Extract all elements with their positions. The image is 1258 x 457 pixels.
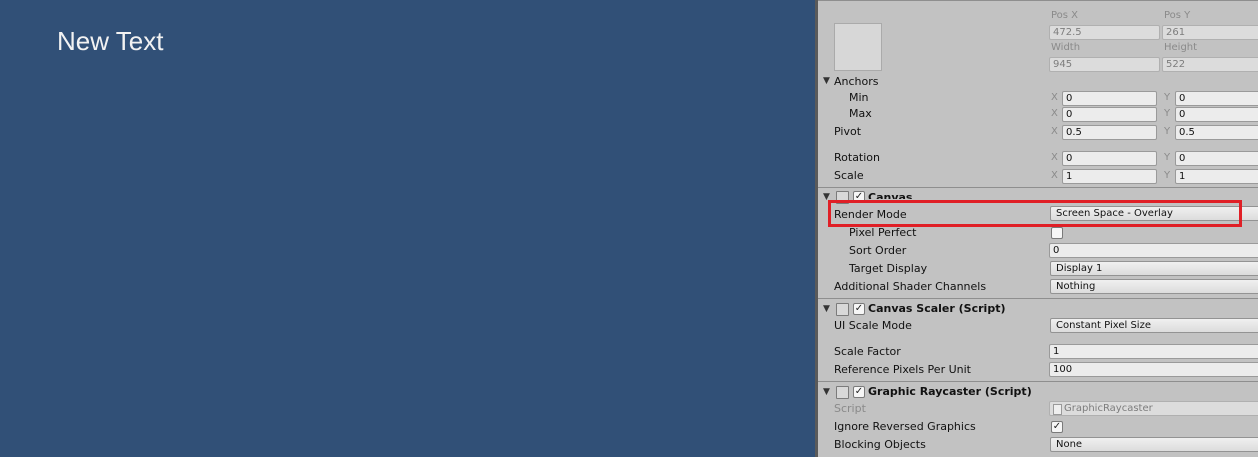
ref-pixels-label: Reference Pixels Per Unit <box>834 363 971 376</box>
x-axis-label: X <box>1051 126 1058 137</box>
foldout-arrow-icon[interactable]: ▼ <box>823 387 830 397</box>
anchor-min-y-field[interactable]: 0 <box>1175 91 1258 106</box>
y-axis-label: Y <box>1164 170 1171 181</box>
game-view: New Text <box>0 0 815 457</box>
render-mode-highlight <box>828 200 1242 227</box>
blocking-objects-label: Blocking Objects <box>834 438 926 451</box>
target-display-label: Target Display <box>849 262 928 275</box>
ref-pixels-field[interactable]: 100 <box>1049 362 1258 377</box>
scale-factor-field[interactable]: 1 <box>1049 344 1258 359</box>
script-file-icon <box>1053 404 1062 415</box>
height-label: Height <box>1164 42 1198 53</box>
anchor-min-x-field[interactable]: 0 <box>1062 91 1157 106</box>
scale-x-field[interactable]: 1 <box>1062 169 1157 184</box>
canvas-scaler-enabled-checkbox[interactable]: ✓ <box>853 303 865 315</box>
ignore-reversed-checkbox[interactable]: ✓ <box>1051 421 1063 433</box>
graphic-raycaster-enabled-checkbox[interactable]: ✓ <box>853 386 865 398</box>
width-field[interactable]: 945 <box>1049 57 1160 72</box>
pivot-x-field[interactable]: 0.5 <box>1062 125 1157 140</box>
foldout-arrow-icon[interactable]: ▼ <box>823 304 830 314</box>
script-name: GraphicRaycaster <box>1064 403 1153 414</box>
y-axis-label: Y <box>1164 92 1171 103</box>
pos-x-field[interactable]: 472.5 <box>1049 25 1160 40</box>
foldout-arrow-icon[interactable]: ▼ <box>823 76 830 86</box>
ignore-reversed-label: Ignore Reversed Graphics <box>834 420 976 433</box>
anchor-preset-button[interactable] <box>834 23 882 71</box>
x-axis-label: X <box>1051 108 1058 119</box>
ui-scale-mode-dropdown[interactable]: Constant Pixel Size <box>1050 318 1258 333</box>
pos-y-field[interactable]: 261 <box>1162 25 1258 40</box>
x-axis-label: X <box>1051 152 1058 163</box>
anchors-label: Anchors <box>834 75 879 88</box>
rotation-label: Rotation <box>834 151 881 164</box>
inspector-panel: Pos X Pos Y 472.5 261 Width Height 945 5… <box>818 0 1258 457</box>
rotation-x-field[interactable]: 0 <box>1062 151 1157 166</box>
ui-scale-mode-label: UI Scale Mode <box>834 319 912 332</box>
canvas-scaler-title: Canvas Scaler (Script) <box>868 302 1006 315</box>
script-label: Script <box>834 402 866 415</box>
anchor-min-label: Min <box>849 91 869 104</box>
shader-channels-dropdown[interactable]: Nothing <box>1050 279 1258 294</box>
target-display-dropdown[interactable]: Display 1 <box>1050 261 1258 276</box>
scale-factor-label: Scale Factor <box>834 345 901 358</box>
anchor-max-label: Max <box>849 107 872 120</box>
component-divider <box>818 298 1258 299</box>
pivot-label: Pivot <box>834 125 862 138</box>
height-field[interactable]: 522 <box>1162 57 1258 72</box>
y-axis-label: Y <box>1164 152 1171 163</box>
scale-y-field[interactable]: 1 <box>1175 169 1258 184</box>
top-divider <box>818 0 1258 1</box>
x-axis-label: X <box>1051 92 1058 103</box>
scale-label: Scale <box>834 169 864 182</box>
sort-order-field[interactable]: 0 <box>1049 243 1258 258</box>
script-field[interactable]: GraphicRaycaster <box>1049 401 1258 416</box>
graphic-raycaster-icon <box>836 386 849 399</box>
x-axis-label: X <box>1051 170 1058 181</box>
sort-order-label: Sort Order <box>849 244 907 257</box>
anchor-max-x-field[interactable]: 0 <box>1062 107 1157 122</box>
canvas-scaler-icon <box>836 303 849 316</box>
component-divider <box>818 381 1258 382</box>
y-axis-label: Y <box>1164 108 1171 119</box>
y-axis-label: Y <box>1164 126 1171 137</box>
game-text: New Text <box>57 26 164 56</box>
shader-channels-label: Additional Shader Channels <box>834 280 987 293</box>
pos-x-label: Pos X <box>1051 10 1079 21</box>
pixel-perfect-checkbox[interactable] <box>1051 227 1063 239</box>
canvas-title: Canvas <box>868 191 913 199</box>
pos-y-label: Pos Y <box>1164 10 1191 21</box>
pivot-y-field[interactable]: 0.5 <box>1175 125 1258 140</box>
rotation-y-field[interactable]: 0 <box>1175 151 1258 166</box>
anchor-max-y-field[interactable]: 0 <box>1175 107 1258 122</box>
blocking-objects-dropdown[interactable]: None <box>1050 437 1258 452</box>
graphic-raycaster-title: Graphic Raycaster (Script) <box>868 385 1032 398</box>
component-divider <box>818 187 1258 188</box>
width-label: Width <box>1051 42 1081 53</box>
pixel-perfect-label: Pixel Perfect <box>849 226 917 239</box>
